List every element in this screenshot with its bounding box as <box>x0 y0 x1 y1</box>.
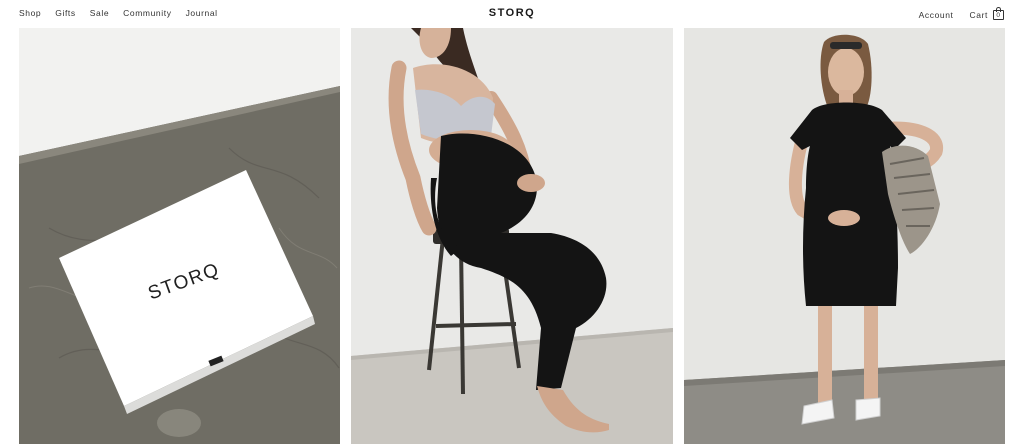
cart-label: Cart <box>969 9 988 20</box>
nav-link-sale[interactable]: Sale <box>90 8 109 18</box>
nav-link-community[interactable]: Community <box>123 8 171 18</box>
primary-nav: Shop Gifts Sale Community Journal <box>19 8 232 18</box>
maternity-leggings-photo <box>351 28 673 444</box>
nav-link-shop[interactable]: Shop <box>19 8 41 18</box>
maternity-dress-photo <box>684 28 1005 444</box>
tile-maternity-leggings[interactable] <box>351 28 673 444</box>
site-logo[interactable]: STORQ <box>489 7 535 19</box>
tile-maternity-dress[interactable] <box>684 28 1005 444</box>
account-link[interactable]: Account <box>919 10 954 20</box>
nav-link-journal[interactable]: Journal <box>186 8 218 18</box>
gift-box-photo: STORQ <box>19 28 340 444</box>
site-header: Shop Gifts Sale Community Journal STORQ … <box>0 0 1024 28</box>
tile-gift-box[interactable]: STORQ <box>19 28 340 444</box>
cart-count: 0 <box>993 10 1004 20</box>
cart-button[interactable]: Cart 0 <box>970 7 1004 20</box>
nav-link-gifts[interactable]: Gifts <box>55 8 75 18</box>
utility-nav: Account Cart 0 <box>919 6 1004 20</box>
shopping-bag-icon: 0 <box>993 7 1004 20</box>
